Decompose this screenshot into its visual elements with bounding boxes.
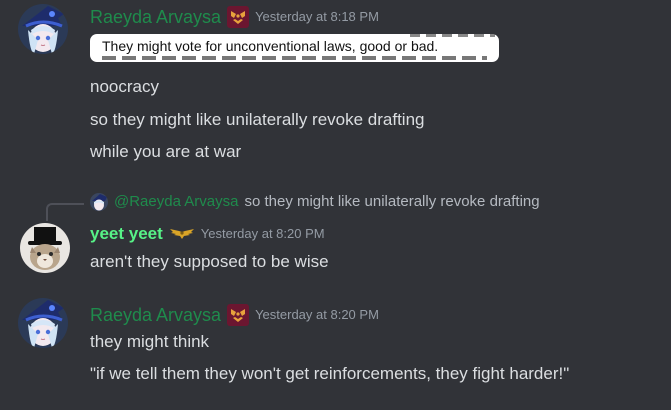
username[interactable]: yeet yeet (90, 223, 163, 245)
maroon-emblem-icon[interactable] (227, 304, 250, 326)
avatar[interactable] (18, 4, 68, 54)
message-line: aren't they supposed to be wise (90, 252, 329, 271)
message-line: they might think (90, 332, 210, 351)
cropped-text-fragment (410, 34, 495, 37)
message-group: Raeyda Arvaysa Yesterday at 8:20 PM they… (0, 296, 671, 410)
message-line: noocracy (90, 77, 159, 96)
message-group: yeet yeet Yesterday at 8:20 PM aren't th… (0, 215, 671, 285)
chat-log: Raeyda Arvaysa Yesterday at 8:18 PM They… (0, 0, 671, 410)
golden-wings-icon[interactable] (169, 227, 195, 241)
avatar[interactable] (20, 223, 70, 273)
timestamp[interactable]: Yesterday at 8:20 PM (255, 304, 379, 326)
message-line: while you are at war (90, 142, 242, 161)
message-line: "if we tell them they won't get reinforc… (90, 364, 570, 383)
avatar[interactable] (18, 298, 68, 348)
username[interactable]: Raeyda Arvaysa (90, 6, 221, 28)
attachment-image[interactable]: They might vote for unconventional laws,… (90, 34, 499, 62)
reply-preview[interactable]: @Raeyda Arvaysa so they might like unila… (90, 191, 540, 213)
message-line: so they might like unilaterally revoke d… (90, 110, 425, 129)
timestamp[interactable]: Yesterday at 8:18 PM (255, 6, 379, 28)
message-group: Raeyda Arvaysa Yesterday at 8:18 PM They… (0, 0, 671, 180)
timestamp[interactable]: Yesterday at 8:20 PM (201, 223, 325, 245)
username[interactable]: Raeyda Arvaysa (90, 304, 221, 326)
reply-text[interactable]: so they might like unilaterally revoke d… (244, 191, 539, 213)
attachment-caption: They might vote for unconventional laws,… (102, 38, 439, 54)
maroon-emblem-icon[interactable] (227, 6, 250, 28)
cropped-text-fragment (102, 56, 487, 60)
reply-author[interactable]: @Raeyda Arvaysa (114, 191, 238, 213)
reply-avatar (90, 193, 108, 211)
